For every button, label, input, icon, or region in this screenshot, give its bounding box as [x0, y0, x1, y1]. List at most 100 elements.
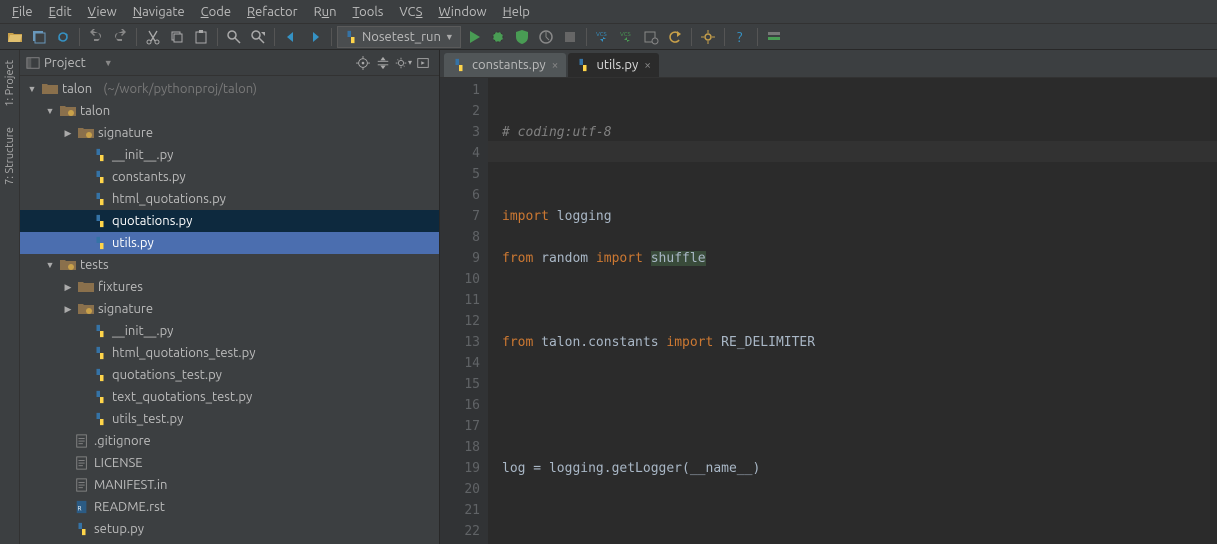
tree-row-root[interactable]: ▼ talon (~/work/pythonproj/talon): [20, 78, 439, 100]
menu-window[interactable]: Window: [430, 3, 494, 21]
tree-row-init2[interactable]: __init__.py: [20, 320, 439, 342]
cut-icon[interactable]: [142, 26, 164, 48]
save-all-icon[interactable]: [28, 26, 50, 48]
redo-icon[interactable]: [109, 26, 131, 48]
line-number-gutter[interactable]: 12345678910111213141516171819202122: [440, 78, 488, 544]
tree-row-setup[interactable]: setup.py: [20, 518, 439, 540]
expand-toggle-icon[interactable]: ▼: [26, 83, 38, 95]
find-icon[interactable]: [223, 26, 245, 48]
close-tab-icon[interactable]: ×: [552, 59, 559, 72]
expand-toggle-icon[interactable]: ▶: [62, 281, 74, 293]
tree-row-init[interactable]: __init__.py: [20, 144, 439, 166]
tree-row-fixtures[interactable]: ▶ fixtures: [20, 276, 439, 298]
tree-label: __init__.py: [112, 148, 173, 162]
stop-icon[interactable]: [559, 26, 581, 48]
svg-text:VCS: VCS: [596, 31, 607, 38]
tree-label: __init__.py: [112, 324, 173, 338]
menu-help[interactable]: Help: [495, 3, 538, 21]
text-file-icon: [74, 455, 90, 471]
tree-row-utilst[interactable]: utils_test.py: [20, 408, 439, 430]
package-icon: [60, 103, 76, 119]
expand-toggle-icon[interactable]: ▶: [62, 127, 74, 139]
code-text[interactable]: # coding:utf-8 import logging from rando…: [488, 78, 1217, 544]
replace-icon[interactable]: [247, 26, 269, 48]
tab-constants[interactable]: constants.py ×: [444, 53, 566, 77]
project-tree[interactable]: ▼ talon (~/work/pythonproj/talon) ▼ talo…: [20, 76, 439, 544]
settings-icon[interactable]: [697, 26, 719, 48]
tree-row-htmlqt[interactable]: html_quotations_test.py: [20, 342, 439, 364]
tree-row-signature[interactable]: ▶ signature: [20, 122, 439, 144]
tree-row-signature2[interactable]: ▶ signature: [20, 298, 439, 320]
python-file-icon: [92, 213, 108, 229]
profile-icon[interactable]: [535, 26, 557, 48]
open-icon[interactable]: [4, 26, 26, 48]
tab-label: utils.py: [596, 58, 638, 72]
project-panel: Project ▼ ▾ ▼ talon (~/work/pythonproj/t…: [20, 50, 440, 544]
structure-tool-tab[interactable]: 7: Structure: [4, 127, 16, 185]
search-everywhere-icon[interactable]: [763, 26, 785, 48]
tool-window-stripe: 1: Project 7: Structure: [0, 50, 20, 544]
tree-row-gitignore[interactable]: .gitignore: [20, 430, 439, 452]
tree-label: README.rst: [94, 500, 165, 514]
tree-label: talon: [80, 104, 110, 118]
back-icon[interactable]: [280, 26, 302, 48]
expand-toggle-icon[interactable]: ▼: [44, 105, 56, 117]
menu-tools[interactable]: Tools: [345, 3, 392, 21]
vcs-revert-icon[interactable]: [664, 26, 686, 48]
forward-icon[interactable]: [304, 26, 326, 48]
tree-row-manifest[interactable]: MANIFEST.in: [20, 474, 439, 496]
tab-utils[interactable]: utils.py ×: [568, 53, 659, 77]
menu-edit[interactable]: Edit: [41, 3, 80, 21]
tree-label: html_quotations.py: [112, 192, 226, 206]
vcs-commit-icon[interactable]: VCS: [616, 26, 638, 48]
tree-label: text_quotations_test.py: [112, 390, 252, 404]
tree-row-license[interactable]: LICENSE: [20, 452, 439, 474]
menu-code[interactable]: Code: [193, 3, 239, 21]
project-panel-title: Project: [44, 56, 86, 70]
tree-row-tests[interactable]: ▼ tests: [20, 254, 439, 276]
tree-row-htmlq[interactable]: html_quotations.py: [20, 188, 439, 210]
run-config-dropdown[interactable]: Nosetest_run ▼: [337, 26, 461, 48]
help-icon[interactable]: ?: [730, 26, 752, 48]
project-tool-tab[interactable]: 1: Project: [4, 60, 16, 107]
chevron-down-icon[interactable]: ▼: [104, 58, 113, 68]
coverage-icon[interactable]: [511, 26, 533, 48]
folder-icon: [42, 81, 58, 97]
tree-row-utils[interactable]: utils.py: [20, 232, 439, 254]
menu-run[interactable]: Run: [306, 3, 345, 21]
hide-panel-icon[interactable]: [413, 53, 433, 73]
vcs-update-icon[interactable]: VCS: [592, 26, 614, 48]
debug-icon[interactable]: [487, 26, 509, 48]
tab-label: constants.py: [472, 58, 546, 72]
run-icon[interactable]: [463, 26, 485, 48]
menu-view[interactable]: View: [80, 3, 125, 21]
tree-row-constants[interactable]: constants.py: [20, 166, 439, 188]
undo-icon[interactable]: [85, 26, 107, 48]
expand-toggle-icon[interactable]: ▶: [62, 303, 74, 315]
paste-icon[interactable]: [190, 26, 212, 48]
sync-icon[interactable]: [52, 26, 74, 48]
collapse-all-icon[interactable]: [373, 53, 393, 73]
tree-row-readme[interactable]: R README.rst: [20, 496, 439, 518]
menu-bar: File Edit View Navigate Code Refactor Ru…: [0, 0, 1217, 24]
vcs-history-icon[interactable]: [640, 26, 662, 48]
expand-toggle-icon[interactable]: ▼: [44, 259, 56, 271]
python-file-icon: [92, 367, 108, 383]
code-editor[interactable]: 12345678910111213141516171819202122 # co…: [440, 78, 1217, 544]
menu-navigate[interactable]: Navigate: [125, 3, 193, 21]
panel-settings-icon[interactable]: ▾: [393, 53, 413, 73]
tree-row-talon[interactable]: ▼ talon: [20, 100, 439, 122]
tree-path: (~/work/pythonproj/talon): [103, 82, 257, 96]
locate-icon[interactable]: [353, 53, 373, 73]
tree-row-quott[interactable]: quotations_test.py: [20, 364, 439, 386]
menu-file[interactable]: File: [4, 3, 41, 21]
tree-row-textqt[interactable]: text_quotations_test.py: [20, 386, 439, 408]
close-tab-icon[interactable]: ×: [644, 59, 651, 72]
tree-label: html_quotations_test.py: [112, 346, 255, 360]
tree-row-quotations[interactable]: quotations.py: [20, 210, 439, 232]
menu-refactor[interactable]: Refactor: [239, 3, 306, 21]
python-file-icon: [92, 235, 108, 251]
copy-icon[interactable]: [166, 26, 188, 48]
python-file-icon: [576, 58, 590, 72]
menu-vcs[interactable]: VCS: [391, 3, 430, 21]
